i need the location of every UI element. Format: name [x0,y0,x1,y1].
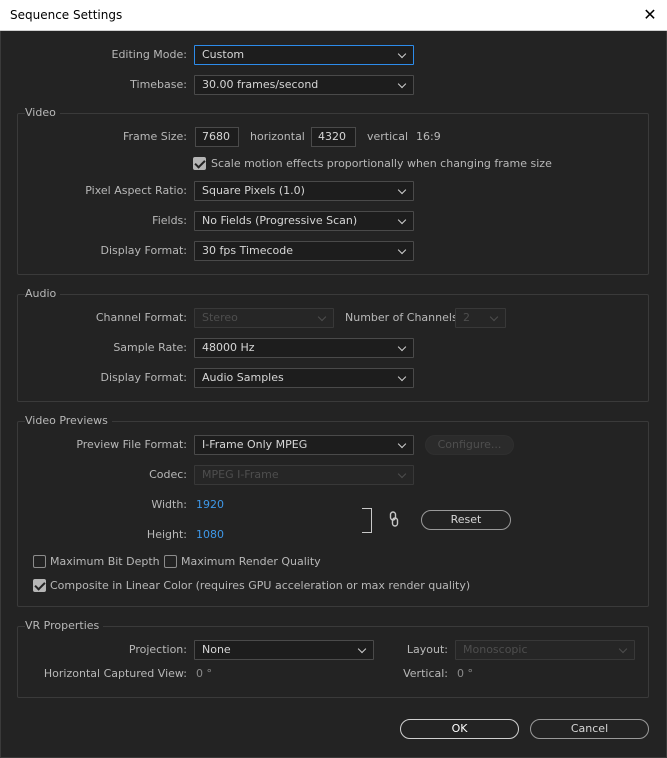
chevron-down-icon [398,212,408,230]
scale-motion-label: Scale motion effects proportionally when… [211,157,552,170]
num-channels-value: 2 [463,311,470,324]
configure-button[interactable]: Configure... [425,435,514,455]
audio-display-format-label: Display Format: [100,371,187,384]
max-render-quality-label: Maximum Render Quality [181,555,321,568]
chevron-down-icon [398,76,408,94]
editing-mode-dropdown[interactable]: Custom [194,45,414,65]
preview-format-value: I-Frame Only MPEG [202,438,308,451]
chevron-down-icon [398,182,408,200]
vr-section [17,626,649,698]
chevron-down-icon [398,339,408,357]
editing-mode-value: Custom [202,48,245,61]
frame-size-label: Frame Size: [122,130,187,143]
layout-dropdown[interactable]: Monoscopic [455,640,635,660]
preview-height-label: Height: [146,528,187,541]
preview-width-value[interactable]: 1920 [196,498,224,511]
video-display-format-label: Display Format: [100,244,187,257]
video-display-format-value: 30 fps Timecode [202,244,294,257]
max-bit-depth-checkbox[interactable] [33,555,46,568]
vr-vertical-label: Vertical: [403,667,448,680]
linear-color-label: Composite in Linear Color (requires GPU … [50,579,471,592]
chevron-down-icon [358,641,368,659]
sample-rate-label: Sample Rate: [113,341,187,354]
chevron-down-icon [398,46,408,64]
window-title: Sequence Settings [10,8,123,22]
linear-color-checkbox[interactable] [33,579,46,592]
chevron-down-icon [398,369,408,387]
aspect-ratio-text: 16:9 [416,130,441,143]
codec-value: MPEG I-Frame [202,468,279,481]
preview-format-label: Preview File Format: [76,438,187,451]
chevron-down-icon [398,242,408,260]
video-display-format-dropdown[interactable]: 30 fps Timecode [194,241,414,261]
codec-label: Codec: [149,468,187,481]
layout-value: Monoscopic [463,643,528,656]
link-bracket [362,508,372,533]
vr-vertical-value: 0 ° [457,667,473,680]
horizontal-captured-label: Horizontal Captured View: [43,667,187,680]
pixel-aspect-value: Square Pixels (1.0) [202,184,305,197]
preview-format-dropdown[interactable]: I-Frame Only MPEG [194,435,414,455]
timebase-dropdown[interactable]: 30.00 frames/second [194,75,414,95]
projection-label: Projection: [128,643,187,656]
chain-link-icon[interactable] [389,511,399,527]
timebase-value: 30.00 frames/second [202,78,319,91]
vertical-label: vertical [367,130,409,143]
timebase-label: Timebase: [130,78,187,91]
vr-section-title: VR Properties [25,619,104,632]
horizontal-label: horizontal [250,130,305,143]
pixel-aspect-label: Pixel Aspect Ratio: [85,184,187,197]
chevron-down-icon [318,309,328,327]
chevron-down-icon [490,309,500,327]
cancel-button[interactable]: Cancel [530,719,649,739]
projection-dropdown[interactable]: None [194,640,374,660]
audio-section-title: Audio [25,287,61,300]
max-render-quality-checkbox[interactable] [164,555,177,568]
channel-format-dropdown[interactable]: Stereo [194,308,334,328]
editing-mode-label: Editing Mode: [111,48,188,61]
chevron-down-icon [398,466,408,484]
codec-dropdown[interactable]: MPEG I-Frame [194,465,414,485]
sample-rate-value: 48000 Hz [202,341,255,354]
chevron-down-icon [619,641,629,659]
num-channels-label: Number of Channels: [345,311,462,324]
horizontal-captured-value: 0 ° [196,667,212,680]
audio-display-format-value: Audio Samples [202,371,284,384]
preview-height-value[interactable]: 1080 [196,528,224,541]
title-bar: Sequence Settings ✕ [0,0,667,31]
fields-value: No Fields (Progressive Scan) [202,214,358,227]
num-channels-dropdown[interactable]: 2 [455,308,506,328]
max-bit-depth-label: Maximum Bit Depth [50,555,160,568]
audio-display-format-dropdown[interactable]: Audio Samples [194,368,414,388]
layout-label: Layout: [406,643,448,656]
frame-width-field[interactable]: 7680 [195,127,239,147]
ok-button[interactable]: OK [400,719,519,739]
scale-motion-checkbox[interactable] [193,157,206,170]
chevron-down-icon [398,436,408,454]
preview-width-label: Width: [151,498,187,511]
video-previews-section-title: Video Previews [25,414,112,427]
close-icon[interactable]: ✕ [636,3,664,27]
channel-format-value: Stereo [202,311,238,324]
pixel-aspect-dropdown[interactable]: Square Pixels (1.0) [194,181,414,201]
reset-button[interactable]: Reset [421,510,511,530]
fields-label: Fields: [152,214,187,227]
sample-rate-dropdown[interactable]: 48000 Hz [194,338,414,358]
fields-dropdown[interactable]: No Fields (Progressive Scan) [194,211,414,231]
frame-height-field[interactable]: 4320 [311,127,356,147]
channel-format-label: Channel Format: [95,311,187,324]
video-section-title: Video [25,106,60,119]
projection-value: None [202,643,231,656]
